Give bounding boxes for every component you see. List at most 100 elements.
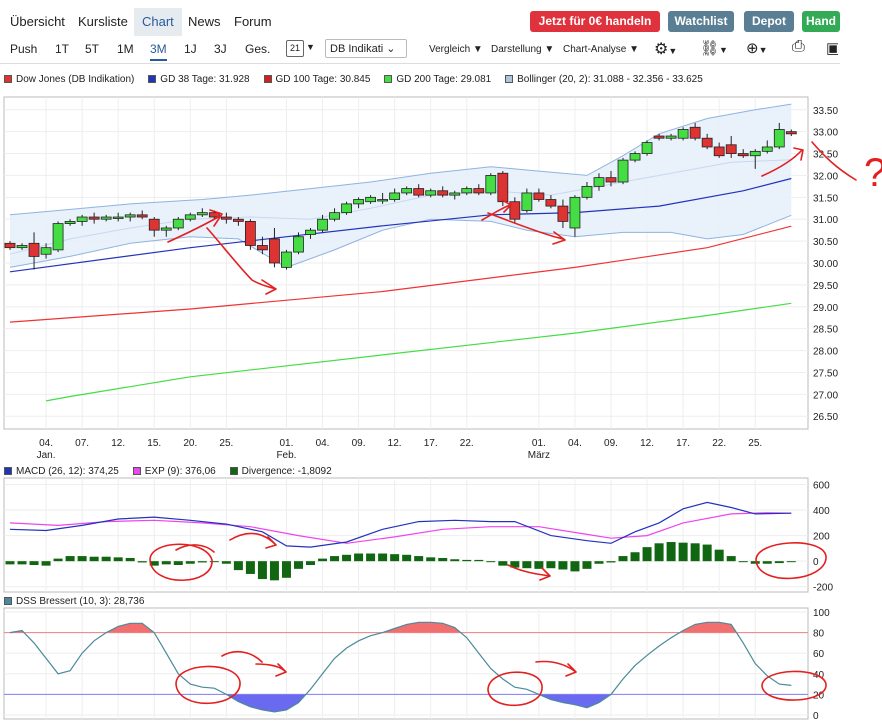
candle-body [281,252,291,267]
y-tick-label: 30.50 [813,237,838,248]
candle-body [594,178,604,187]
y-tick-label: -200 [813,583,833,594]
y-tick-label: 28.00 [813,347,838,358]
candle-body [101,217,111,219]
divergence-bar [558,561,567,569]
candle-body [438,191,448,195]
divergence-bar [378,554,387,562]
y-tick-label: 600 [813,481,830,492]
divergence-bar [222,561,231,564]
candle-body [690,127,700,138]
divergence-bar [474,560,483,561]
divergence-bar [282,561,291,578]
y-tick-label: 27.00 [813,390,838,401]
divergence-bar [186,561,195,564]
x-tick-label: 15. [147,438,161,449]
candle-body [41,248,51,255]
y-tick-label: 31.00 [813,215,838,226]
divergence-bar [570,561,579,571]
candle-body [293,237,303,252]
candle-body [618,160,628,182]
candle-body [342,204,352,213]
divergence-bar [294,561,303,569]
x-tick-label: 01. [280,438,294,449]
divergence-bar [342,555,351,561]
candle-body [606,178,616,182]
x-tick-label: 04. [39,438,53,449]
divergence-bar [42,561,51,565]
divergence-bar [66,556,75,561]
candle-body [582,186,592,197]
divergence-bar [354,554,363,562]
x-tick-label: 22. [460,438,474,449]
x-tick-label: 12. [640,438,654,449]
divergence-bar [90,557,99,561]
dss-panel: 020406080100 [4,608,830,722]
candle-body [522,193,532,211]
divergence-bar [426,557,435,561]
divergence-bar [486,561,495,562]
x-tick-label: 17. [424,438,438,449]
candle-body [233,219,243,221]
divergence-bar [234,561,243,570]
y-tick-label: 0 [813,557,819,568]
divergence-bar [751,561,760,564]
divergence-bar [775,561,784,563]
divergence-bar [198,561,207,562]
divergence-bar [270,561,279,580]
divergence-bar [594,561,603,564]
divergence-bar [787,561,796,562]
divergence-bar [727,556,736,561]
divergence-bar [498,561,507,565]
x-tick-label: 09. [604,438,618,449]
divergence-bar [522,561,531,568]
candle-body [221,217,231,219]
candle-body [630,154,640,161]
candle-body [654,136,664,138]
candle-body [426,191,436,195]
candle-body [77,217,87,221]
candle-body [53,224,63,250]
candle-body [29,243,39,256]
candle-body [269,239,279,263]
divergence-bar [667,542,676,561]
y-tick-label: 200 [813,532,830,543]
y-tick-label: 33.00 [813,128,838,139]
candle-body [245,221,255,245]
y-tick-label: 29.00 [813,303,838,314]
divergence-bar [546,561,555,568]
candle-body [486,175,496,193]
divergence-bar [138,561,147,562]
x-tick-sublabel: März [528,450,550,461]
divergence-bar [619,556,628,561]
candle-body [173,219,183,228]
divergence-bar [691,543,700,561]
candle-body [402,189,412,193]
divergence-bar [703,545,712,562]
x-tick-label: 25. [219,438,233,449]
divergence-bar [715,550,724,561]
candle-body [534,193,544,200]
y-tick-label: 0 [813,711,819,722]
candle-body [642,143,652,154]
divergence-bar [607,561,616,562]
candle-body [137,215,147,217]
question-mark-annotation: ? [864,151,882,195]
divergence-bar [414,556,423,561]
y-tick-label: 26.50 [813,412,838,423]
candle-body [149,219,159,230]
candle-body [558,206,568,221]
candle-body [390,193,400,200]
candle-body [462,189,472,193]
candle-body [414,189,424,196]
x-tick-label: 22. [712,438,726,449]
candle-body [330,213,340,220]
y-tick-label: 31.50 [813,193,838,204]
divergence-bar [655,543,664,561]
divergence-bar [114,557,123,561]
x-tick-label: 12. [111,438,125,449]
divergence-bar [30,561,39,565]
y-tick-label: 100 [813,608,830,619]
chart-canvas: 26.5027.0027.5028.0028.5029.0029.5030.00… [0,0,882,725]
candle-body [738,154,748,156]
